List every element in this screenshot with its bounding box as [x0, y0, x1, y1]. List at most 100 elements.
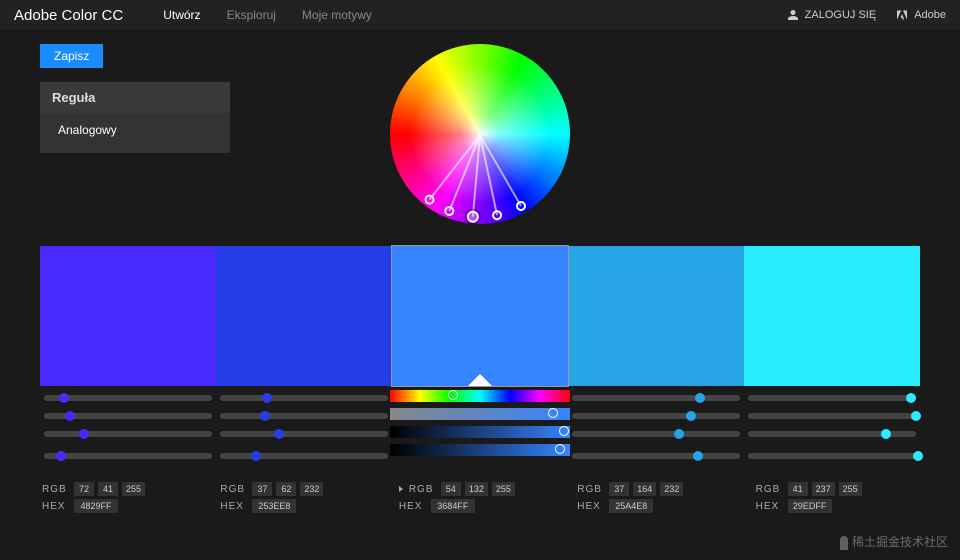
- slider-0-2[interactable]: [392, 392, 568, 404]
- rgb-b-input[interactable]: 232: [300, 482, 323, 496]
- slider-track: [220, 413, 388, 419]
- rgb-b-input[interactable]: 255: [492, 482, 515, 496]
- slider-track: [748, 395, 916, 401]
- color-wheel[interactable]: [390, 44, 570, 224]
- slider-track: [572, 431, 740, 437]
- swatch-row: [40, 246, 920, 386]
- slider-3-1[interactable]: [216, 450, 392, 462]
- rgb-b-input[interactable]: 255: [122, 482, 145, 496]
- rgb-label: RGB: [409, 484, 437, 495]
- swatch-0[interactable]: [40, 246, 216, 386]
- adobe-link[interactable]: Adobe: [896, 9, 946, 21]
- slider-thumb[interactable]: [59, 393, 69, 403]
- header: Adobe Color CC Utwórz Eksploruj Moje mot…: [0, 0, 960, 30]
- slider-3-4[interactable]: [744, 450, 920, 462]
- slider-thumb[interactable]: [274, 429, 284, 439]
- hex-label: HEX: [577, 501, 605, 512]
- slider-thumb[interactable]: [695, 393, 705, 403]
- slider-thumb[interactable]: [686, 411, 696, 421]
- rgb-r-input[interactable]: 37: [609, 482, 629, 496]
- rgb-g-input[interactable]: 237: [812, 482, 835, 496]
- app-title: Adobe Color CC: [14, 7, 123, 24]
- slider-0-4[interactable]: [744, 392, 920, 404]
- nav-explore[interactable]: Eksploruj: [227, 8, 276, 22]
- wheel-arm-0[interactable]: [429, 134, 481, 200]
- slider-2-1[interactable]: [216, 428, 392, 440]
- nav-create[interactable]: Utwórz: [163, 8, 200, 22]
- slider-thumb[interactable]: [260, 411, 270, 421]
- rgb-r-input[interactable]: 41: [788, 482, 808, 496]
- wheel-handle-icon[interactable]: [443, 205, 456, 218]
- value-cell-4: RGB41237255HEX29EDFF: [748, 482, 926, 516]
- slider-thumb[interactable]: [693, 451, 703, 461]
- slider-thumb[interactable]: [56, 451, 66, 461]
- slider-2-3[interactable]: [568, 428, 744, 440]
- rgb-b-input[interactable]: 255: [839, 482, 862, 496]
- slider-2-2[interactable]: [392, 428, 568, 440]
- rgb-r-input[interactable]: 54: [441, 482, 461, 496]
- rgb-g-input[interactable]: 41: [98, 482, 118, 496]
- sliders-area: [40, 392, 920, 462]
- slider-row-2: [40, 428, 920, 440]
- slider-thumb[interactable]: [881, 429, 891, 439]
- slider-0-3[interactable]: [568, 392, 744, 404]
- slider-row-0: [40, 392, 920, 404]
- slider-2-0[interactable]: [40, 428, 216, 440]
- rgb-g-input[interactable]: 164: [633, 482, 656, 496]
- rule-selected[interactable]: Analogowy: [40, 113, 230, 153]
- slider-thumb[interactable]: [906, 393, 916, 403]
- hex-input[interactable]: 25A4E8: [609, 499, 653, 513]
- slider-thumb[interactable]: [911, 411, 921, 421]
- hex-label: HEX: [220, 501, 248, 512]
- slider-3-3[interactable]: [568, 450, 744, 462]
- slider-thumb[interactable]: [251, 451, 261, 461]
- wheel-handle-icon[interactable]: [491, 209, 503, 221]
- slider-thumb[interactable]: [674, 429, 684, 439]
- wheel-handle-icon[interactable]: [422, 193, 436, 207]
- hex-label: HEX: [756, 501, 784, 512]
- rgb-r-input[interactable]: 37: [252, 482, 272, 496]
- slider-0-0[interactable]: [40, 392, 216, 404]
- nav-my-themes[interactable]: Moje motywy: [302, 8, 372, 22]
- hex-input[interactable]: 4829FF: [74, 499, 118, 513]
- wheel-handle-icon[interactable]: [514, 199, 528, 213]
- slider-1-3[interactable]: [568, 410, 744, 422]
- slider-thumb[interactable]: [913, 451, 923, 461]
- hex-input[interactable]: 29EDFF: [788, 499, 832, 513]
- value-cell-2: RGB 54 132 255 HEX 3684FF: [391, 482, 569, 516]
- rgb-g-input[interactable]: 62: [276, 482, 296, 496]
- login-button[interactable]: ZALOGUJ SIĘ: [787, 9, 877, 21]
- rgb-r-input[interactable]: 72: [74, 482, 94, 496]
- hex-input[interactable]: 3684FF: [431, 499, 475, 513]
- slider-thumb[interactable]: [262, 393, 272, 403]
- watermark: 稀土掘金技术社区: [840, 533, 948, 550]
- color-wheel-wrap: [260, 44, 700, 224]
- rule-header: Reguła: [40, 82, 230, 113]
- adobe-label: Adobe: [914, 9, 946, 21]
- slider-track: [220, 453, 388, 459]
- slider-0-1[interactable]: [216, 392, 392, 404]
- slider-1-2[interactable]: [392, 410, 568, 422]
- swatch-1[interactable]: [216, 246, 392, 386]
- slider-1-4[interactable]: [744, 410, 920, 422]
- slider-2-4[interactable]: [744, 428, 920, 440]
- swatch-3[interactable]: [568, 246, 744, 386]
- wheel-handle-icon[interactable]: [466, 210, 479, 223]
- slider-3-2[interactable]: [392, 450, 568, 462]
- rgb-b-input[interactable]: 232: [660, 482, 683, 496]
- save-button[interactable]: Zapisz: [40, 44, 103, 68]
- swatch-4[interactable]: [744, 246, 920, 386]
- value-cell-3: RGB37164232HEX25A4E8: [569, 482, 747, 516]
- login-label: ZALOGUJ SIĘ: [805, 9, 877, 21]
- rgb-g-input[interactable]: 132: [465, 482, 488, 496]
- slider-1-1[interactable]: [216, 410, 392, 422]
- hex-label: HEX: [399, 501, 427, 512]
- slider-1-0[interactable]: [40, 410, 216, 422]
- swatch-2[interactable]: [392, 246, 568, 386]
- expand-icon[interactable]: [399, 486, 403, 492]
- hex-input[interactable]: 253EE8: [252, 499, 296, 513]
- slider-thumb[interactable]: [79, 429, 89, 439]
- adobe-logo-icon: [896, 9, 908, 21]
- slider-thumb[interactable]: [65, 411, 75, 421]
- slider-3-0[interactable]: [40, 450, 216, 462]
